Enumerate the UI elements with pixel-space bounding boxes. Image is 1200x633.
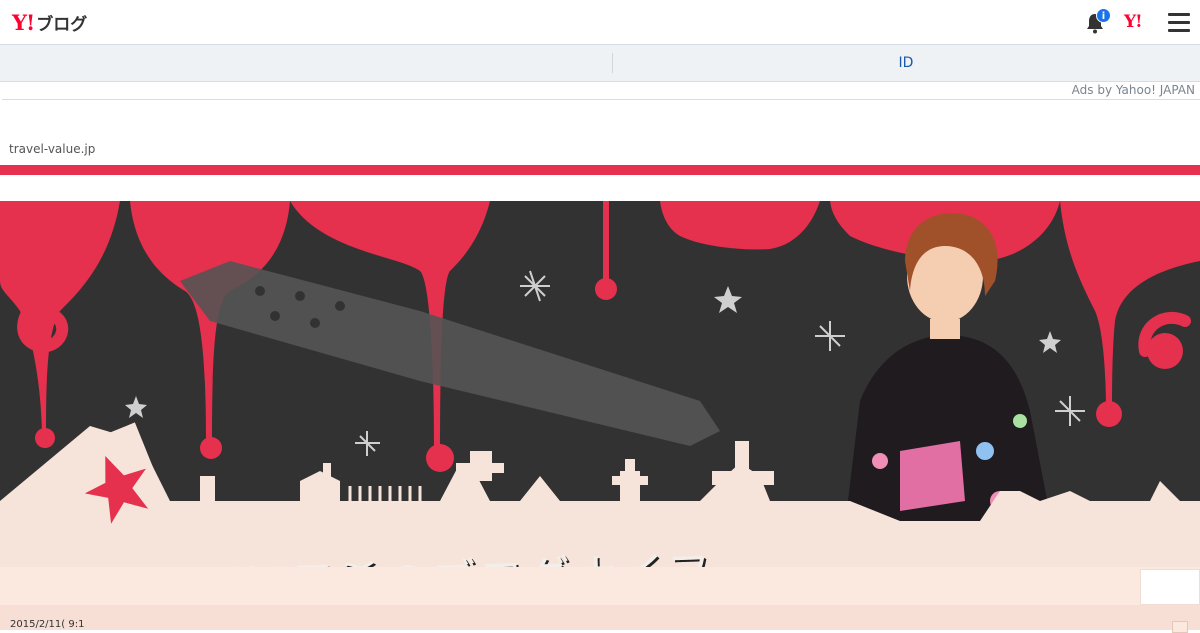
- ad-site-link[interactable]: travel-value.jp: [9, 142, 95, 156]
- ad-divider: [2, 99, 1200, 100]
- blog-subheader-band: [0, 567, 1200, 605]
- blog-logo-text: ブログ: [36, 14, 88, 35]
- notification-badge: i: [1096, 8, 1111, 23]
- banner-illustration: [0, 201, 1200, 567]
- post-header-bar: [0, 605, 1200, 630]
- post-action-box[interactable]: [1172, 621, 1188, 633]
- accent-bar: [0, 165, 1200, 175]
- id-bar: ID: [0, 45, 1200, 82]
- menu-icon[interactable]: [1168, 13, 1190, 33]
- id-link[interactable]: ID: [612, 45, 1200, 81]
- yahoo-blog-logo[interactable]: Y! ブログ: [12, 9, 87, 35]
- post-date: 2015/2/11( 9:1: [10, 619, 85, 630]
- ads-label[interactable]: Ads by Yahoo! JAPAN: [1072, 82, 1195, 98]
- blog-header-banner[interactable]: 桜稲垣早希のブログナイフ: [0, 201, 1200, 567]
- site-header: Y! ブログ i Y!: [0, 0, 1200, 45]
- yahoo-logo-mark: Y!: [12, 9, 35, 35]
- subheader-box: [1140, 569, 1200, 605]
- yahoo-japan-icon[interactable]: Y!: [1124, 12, 1143, 32]
